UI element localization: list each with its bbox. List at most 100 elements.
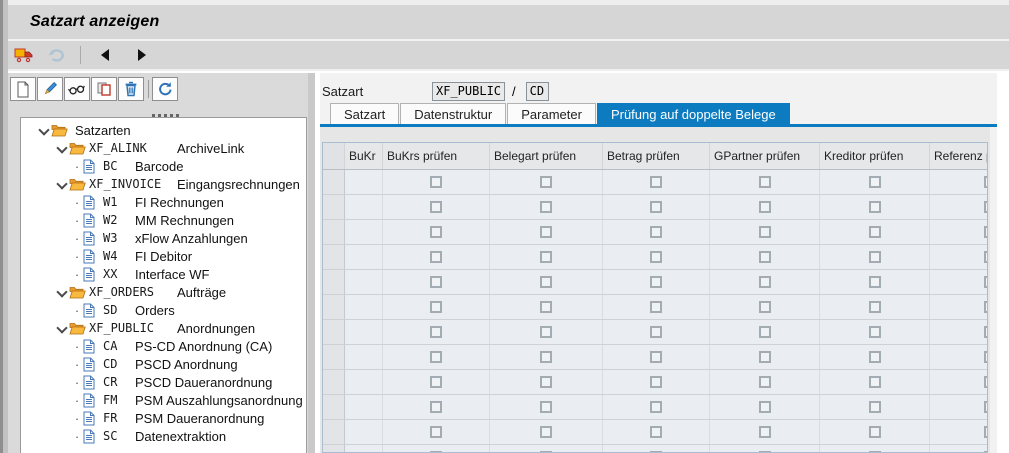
copy-button[interactable] — [91, 77, 117, 101]
column-header-kreditor-pr-fen[interactable]: Kreditor prüfen — [820, 143, 930, 169]
checkbox-belegart-pr-fen[interactable] — [540, 426, 552, 438]
checkbox-belegart-pr-fen[interactable] — [540, 276, 552, 288]
checkbox-kreditor-pr-fen[interactable] — [868, 326, 881, 338]
checkbox-betrag-pr-fen[interactable] — [650, 176, 662, 188]
row-selector-cell[interactable] — [323, 220, 345, 244]
checkbox-kreditor-pr-fen[interactable] — [868, 376, 881, 388]
tab-datenstruktur[interactable]: Datenstruktur — [400, 103, 507, 124]
satzart-subtype-field[interactable]: CD — [525, 81, 549, 101]
tab-pr-fung-auf-doppelte-belege[interactable]: Prüfung auf doppelte Belege — [596, 103, 790, 124]
row-selector-cell[interactable] — [323, 320, 345, 344]
navigate-forward-icon[interactable] — [125, 44, 149, 66]
checkbox-bukrs-pr-fen[interactable] — [430, 251, 442, 263]
checkbox-kreditor-pr-fen[interactable] — [868, 251, 881, 263]
tree-item-xx[interactable]: · XX Interface WF — [21, 265, 306, 283]
satzart-field[interactable]: XF_PUBLIC — [432, 81, 505, 101]
chevron-down-icon[interactable] — [37, 125, 51, 135]
checkbox-gpartner-pr-fen[interactable] — [758, 276, 771, 288]
checkbox-referenz-pr-fen[interactable] — [983, 176, 987, 188]
checkbox-betrag-pr-fen[interactable] — [650, 326, 662, 338]
checkbox-gpartner-pr-fen[interactable] — [758, 426, 771, 438]
tree-item-ca[interactable]: · CA PS-CD Anordnung (CA) — [21, 337, 306, 355]
column-header-bukr[interactable]: BuKr — [345, 143, 383, 169]
checkbox-betrag-pr-fen[interactable] — [650, 301, 662, 313]
tree-item-cd[interactable]: · CD PSCD Anordnung — [21, 355, 306, 373]
tree-item-w2[interactable]: · W2 MM Rechnungen — [21, 211, 306, 229]
checkbox-referenz-pr-fen[interactable] — [983, 376, 987, 388]
checkbox-referenz-pr-fen[interactable] — [983, 201, 987, 213]
undo-icon[interactable] — [44, 44, 68, 66]
navigate-back-icon[interactable] — [93, 44, 117, 66]
tree-item-xf-invoice[interactable]: XF_INVOICE Eingangsrechnungen — [21, 175, 306, 193]
display-button[interactable] — [64, 77, 90, 101]
column-header-gpartner-pr-fen[interactable]: GPartner prüfen — [710, 143, 820, 169]
checkbox-gpartner-pr-fen[interactable] — [758, 401, 771, 413]
edit-button[interactable] — [37, 77, 63, 101]
checkbox-belegart-pr-fen[interactable] — [540, 376, 552, 388]
row-selector-cell[interactable] — [323, 445, 345, 452]
row-selector-cell[interactable] — [323, 245, 345, 269]
checkbox-kreditor-pr-fen[interactable] — [868, 351, 881, 363]
row-selector-cell[interactable] — [323, 395, 345, 419]
checkbox-gpartner-pr-fen[interactable] — [758, 226, 771, 238]
checkbox-kreditor-pr-fen[interactable] — [868, 301, 881, 313]
row-selector-cell[interactable] — [323, 345, 345, 369]
checkbox-betrag-pr-fen[interactable] — [650, 201, 662, 213]
column-header-bukrs-pr-fen[interactable]: BuKrs prüfen — [383, 143, 490, 169]
transport-truck-icon[interactable] — [12, 44, 36, 66]
row-selector-cell[interactable] — [323, 370, 345, 394]
checkbox-belegart-pr-fen[interactable] — [540, 226, 552, 238]
row-selector-cell[interactable] — [323, 195, 345, 219]
checkbox-gpartner-pr-fen[interactable] — [758, 351, 771, 363]
checkbox-betrag-pr-fen[interactable] — [650, 351, 662, 363]
checkbox-bukrs-pr-fen[interactable] — [430, 426, 442, 438]
row-selector-cell[interactable] — [323, 295, 345, 319]
checkbox-gpartner-pr-fen[interactable] — [758, 326, 771, 338]
tree-item-xf-alink[interactable]: XF_ALINK ArchiveLink — [21, 139, 306, 157]
tab-satzart[interactable]: Satzart — [330, 103, 400, 124]
checkbox-kreditor-pr-fen[interactable] — [868, 426, 881, 438]
tree-item-cr[interactable]: · CR PSCD Daueranordnung — [21, 373, 306, 391]
checkbox-kreditor-pr-fen[interactable] — [868, 401, 881, 413]
tree-item-fm[interactable]: · FM PSM Auszahlungsanordnung — [21, 391, 306, 409]
column-header-selector[interactable] — [323, 143, 345, 169]
tree-item-satzarten[interactable]: Satzarten — [21, 121, 306, 139]
checkbox-kreditor-pr-fen[interactable] — [868, 276, 881, 288]
row-selector-cell[interactable] — [323, 270, 345, 294]
row-selector-cell[interactable] — [323, 170, 345, 194]
checkbox-betrag-pr-fen[interactable] — [650, 251, 662, 263]
checkbox-referenz-pr-fen[interactable] — [983, 351, 987, 363]
tree-item-fr[interactable]: · FR PSM Daueranordnung — [21, 409, 306, 427]
checkbox-referenz-pr-fen[interactable] — [983, 401, 987, 413]
checkbox-bukrs-pr-fen[interactable] — [430, 276, 442, 288]
tree-item-w3[interactable]: · W3 xFlow Anzahlungen — [21, 229, 306, 247]
checkbox-bukrs-pr-fen[interactable] — [430, 201, 442, 213]
checkbox-referenz-pr-fen[interactable] — [983, 226, 987, 238]
tree-item-xf-public[interactable]: XF_PUBLIC Anordnungen — [21, 319, 306, 337]
checkbox-bukrs-pr-fen[interactable] — [430, 301, 442, 313]
create-button[interactable] — [10, 77, 36, 101]
checkbox-betrag-pr-fen[interactable] — [650, 401, 662, 413]
checkbox-gpartner-pr-fen[interactable] — [758, 376, 771, 388]
column-header-betrag-pr-fen[interactable]: Betrag prüfen — [603, 143, 710, 169]
checkbox-gpartner-pr-fen[interactable] — [758, 201, 771, 213]
chevron-down-icon[interactable] — [55, 179, 69, 189]
tree-item-bc[interactable]: · BC Barcode — [21, 157, 306, 175]
checkbox-gpartner-pr-fen[interactable] — [758, 251, 771, 263]
checkbox-bukrs-pr-fen[interactable] — [430, 326, 442, 338]
refresh-button[interactable] — [152, 77, 178, 101]
chevron-down-icon[interactable] — [55, 143, 69, 153]
checkbox-betrag-pr-fen[interactable] — [650, 276, 662, 288]
checkbox-referenz-pr-fen[interactable] — [983, 251, 987, 263]
checkbox-belegart-pr-fen[interactable] — [540, 176, 552, 188]
checkbox-belegart-pr-fen[interactable] — [540, 301, 552, 313]
checkbox-belegart-pr-fen[interactable] — [540, 401, 552, 413]
checkbox-gpartner-pr-fen[interactable] — [758, 301, 771, 313]
checkbox-kreditor-pr-fen[interactable] — [868, 226, 881, 238]
checkbox-gpartner-pr-fen[interactable] — [758, 176, 771, 188]
checkbox-kreditor-pr-fen[interactable] — [868, 176, 881, 188]
checkbox-belegart-pr-fen[interactable] — [540, 351, 552, 363]
checkbox-betrag-pr-fen[interactable] — [650, 376, 662, 388]
checkbox-referenz-pr-fen[interactable] — [983, 326, 987, 338]
tree-item-sc[interactable]: · SC Datenextraktion — [21, 427, 306, 445]
